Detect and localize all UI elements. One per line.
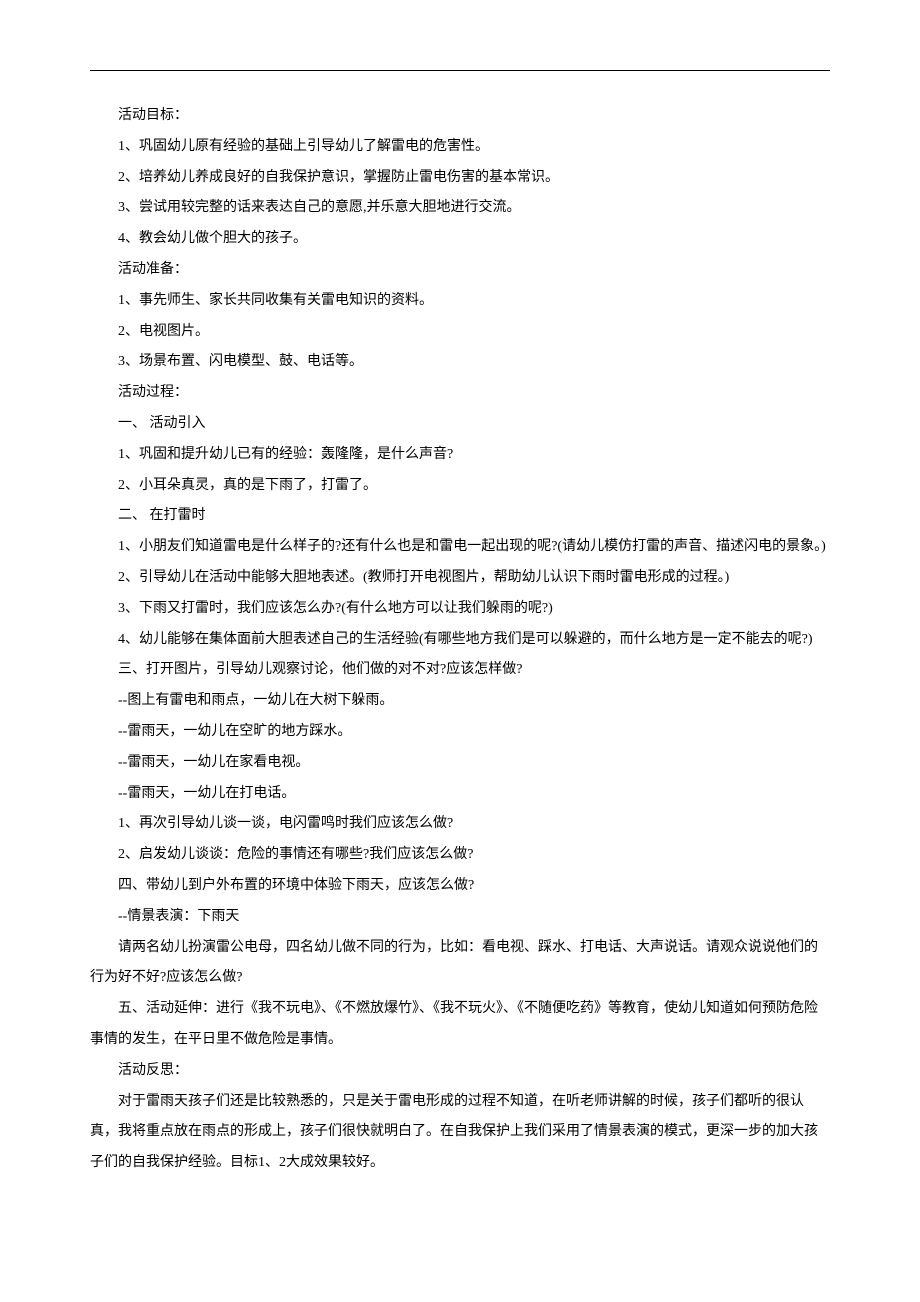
paragraph: --雷雨天，一幼儿在打电话。 [90, 779, 830, 810]
paragraph: 请两名幼儿扮演雷公电母，四名幼儿做不同的行为，比如：看电视、踩水、打电话、大声说… [90, 933, 830, 995]
paragraph: --雷雨天，一幼儿在家看电视。 [90, 748, 830, 779]
paragraph: 活动过程： [90, 378, 830, 409]
paragraph: 1、小朋友们知道雷电是什么样子的?还有什么也是和雷电一起出现的呢?(请幼儿模仿打… [90, 532, 830, 563]
paragraph: 五、活动延伸：进行《我不玩电》、《不燃放爆竹》、《我不玩火》、《不随便吃药》等教… [90, 994, 830, 1056]
paragraph: --雷雨天，一幼儿在空旷的地方踩水。 [90, 717, 830, 748]
paragraph: 1、再次引导幼儿谈一谈，电闪雷鸣时我们应该怎么做? [90, 809, 830, 840]
paragraph: 活动反思： [90, 1056, 830, 1087]
paragraph: 4、幼儿能够在集体面前大胆表述自己的生活经验(有哪些地方我们是可以躲避的，而什么… [90, 625, 830, 656]
paragraph: 3、尝试用较完整的话来表达自己的意愿,并乐意大胆地进行交流。 [90, 193, 830, 224]
paragraph: 2、电视图片。 [90, 317, 830, 348]
paragraph: 2、小耳朵真灵，真的是下雨了，打雷了。 [90, 471, 830, 502]
paragraph: 三、打开图片，引导幼儿观察讨论，他们做的对不对?应该怎样做? [90, 655, 830, 686]
paragraph: --图上有雷电和雨点，一幼儿在大树下躲雨。 [90, 686, 830, 717]
document-body: 活动目标： 1、巩固幼儿原有经验的基础上引导幼儿了解雷电的危害性。 2、培养幼儿… [90, 101, 830, 1179]
paragraph: 活动准备： [90, 255, 830, 286]
paragraph: 2、引导幼儿在活动中能够大胆地表述。(教师打开电视图片，帮助幼儿认识下雨时雷电形… [90, 563, 830, 594]
paragraph: 3、下雨又打雷时，我们应该怎么办?(有什么地方可以让我们躲雨的呢?) [90, 594, 830, 625]
paragraph: 1、巩固和提升幼儿已有的经验：轰隆隆，是什么声音? [90, 440, 830, 471]
paragraph: 2、启发幼儿谈谈：危险的事情还有哪些?我们应该怎么做? [90, 840, 830, 871]
paragraph: 3、场景布置、闪电模型、鼓、电话等。 [90, 347, 830, 378]
paragraph: 对于雷雨天孩子们还是比较熟悉的，只是关于雷电形成的过程不知道，在听老师讲解的时候… [90, 1087, 830, 1179]
paragraph: 活动目标： [90, 101, 830, 132]
paragraph: 一、 活动引入 [90, 409, 830, 440]
paragraph: 1、巩固幼儿原有经验的基础上引导幼儿了解雷电的危害性。 [90, 132, 830, 163]
horizontal-divider [90, 70, 830, 71]
paragraph: 4、教会幼儿做个胆大的孩子。 [90, 224, 830, 255]
paragraph: 1、事先师生、家长共同收集有关雷电知识的资料。 [90, 286, 830, 317]
paragraph: 2、培养幼儿养成良好的自我保护意识，掌握防止雷电伤害的基本常识。 [90, 163, 830, 194]
paragraph: --情景表演：下雨天 [90, 902, 830, 933]
paragraph: 二、 在打雷时 [90, 501, 830, 532]
paragraph: 四、带幼儿到户外布置的环境中体验下雨天，应该怎么做? [90, 871, 830, 902]
